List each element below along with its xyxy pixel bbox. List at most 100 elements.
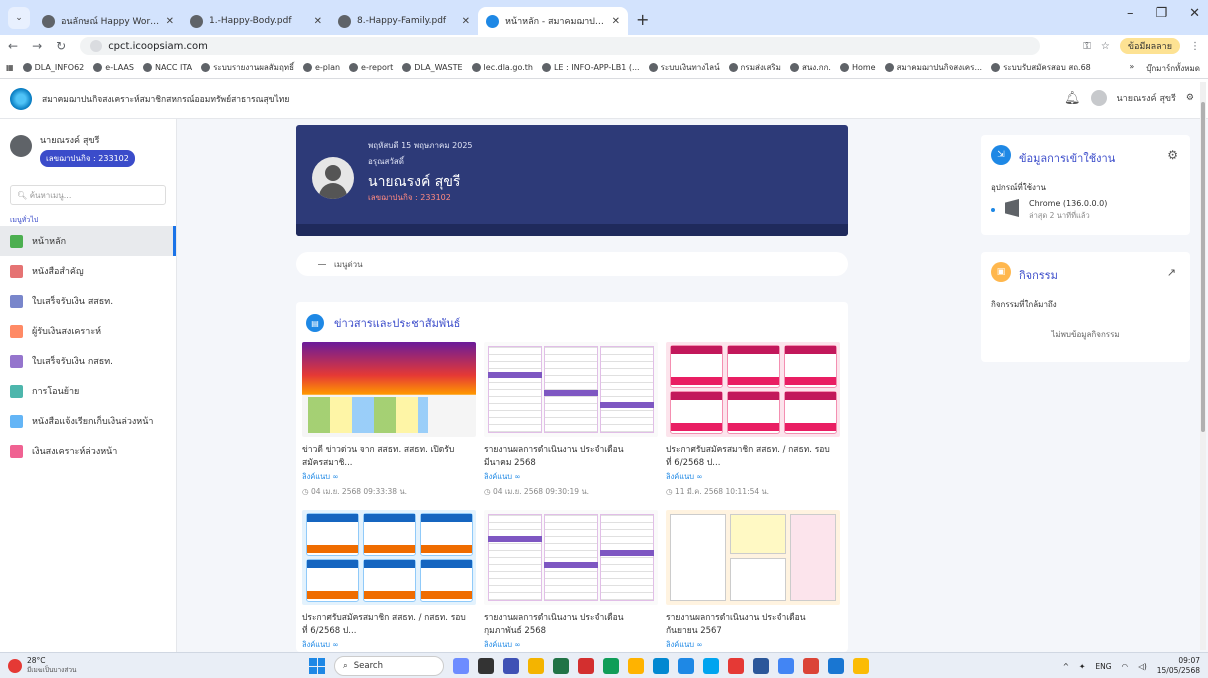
tab-search-icon[interactable]: ⌄	[8, 7, 30, 29]
open-arrow-icon[interactable]: ↗	[1167, 266, 1176, 279]
bookmark-item[interactable]: ระบบเงินทางไลน์	[648, 61, 720, 74]
browser-tab[interactable]: 1.-Happy-Body.pdf ✕	[182, 7, 330, 35]
avatar[interactable]	[1090, 90, 1107, 106]
news-image[interactable]	[302, 342, 476, 437]
news-caption[interactable]: ประกาศรับสมัครสมาชิก สสธท. / กสธท. รอบ ที…	[302, 612, 476, 638]
news-caption[interactable]: ข่าวดี ข่าวด่วน จาก สสธท. สสธท. เปิดรับส…	[302, 444, 476, 470]
bookmark-item[interactable]: ระบบรายงานผลสัมฤทธิ์	[201, 61, 294, 74]
apps-icon[interactable]: ▦	[6, 63, 14, 72]
bookmark-item[interactable]: สนง.กก.	[789, 61, 831, 74]
browser-tab-active[interactable]: หน้าหลัก - สมาคมฌาปนกิจสงเคราะ ✕	[478, 7, 628, 35]
close-tab-icon[interactable]: ✕	[462, 16, 470, 27]
bookmark-item[interactable]: Home	[839, 63, 876, 72]
header-user-name[interactable]: นายณรงค์ สุขรี	[1117, 91, 1176, 105]
back-icon[interactable]: ←	[8, 39, 18, 53]
app-icon[interactable]	[603, 658, 619, 674]
all-bookmarks-folder[interactable]: บุ๊กมาร์กทั้งหมด	[1146, 62, 1200, 75]
page-scrollbar[interactable]	[1200, 82, 1206, 650]
minimize-icon[interactable]: –	[1127, 6, 1134, 21]
profile-button[interactable]: ข้อมีผลลาย	[1119, 38, 1180, 54]
scrollbar-thumb[interactable]	[1201, 102, 1205, 432]
bookmarks-more-icon[interactable]: »	[1129, 62, 1134, 75]
browser-tab[interactable]: 8.-Happy-Family.pdf ✕	[330, 7, 478, 35]
news-image[interactable]	[666, 342, 840, 437]
news-image[interactable]	[302, 510, 476, 605]
task-view-icon[interactable]	[478, 658, 494, 674]
forward-icon[interactable]: →	[32, 39, 42, 53]
url-field[interactable]: cpct.icoopsiam.com	[80, 37, 1041, 55]
word-icon[interactable]	[753, 658, 769, 674]
password-key-icon[interactable]: ⚿	[1083, 41, 1091, 52]
bookmark-item[interactable]: LE : INFO-APP-LB1 (...	[541, 63, 640, 72]
tray-chevron-icon[interactable]: ^	[1063, 662, 1069, 671]
quick-menu-bar[interactable]: เมนูด่วน	[296, 252, 848, 276]
app-icon[interactable]	[828, 658, 844, 674]
maximize-icon[interactable]: ❐	[1155, 6, 1167, 21]
news-caption[interactable]: ประกาศรับสมัครสมาชิก สสธท. / กสธท. รอบ ที…	[666, 444, 840, 470]
close-tab-icon[interactable]: ✕	[612, 16, 620, 27]
reload-icon[interactable]: ↻	[56, 39, 66, 53]
news-image[interactable]	[666, 510, 840, 605]
close-window-icon[interactable]: ✕	[1189, 6, 1200, 21]
sidebar-item[interactable]: หนังสือสำคัญ	[0, 256, 176, 286]
widgets-icon[interactable]	[453, 658, 469, 674]
sidebar-item[interactable]: ผู้รับเงินสงเคราะห์	[0, 316, 176, 346]
sidebar-item[interactable]: ใบเสร็จรับเงิน กสธท.	[0, 346, 176, 376]
folder-icon[interactable]	[628, 658, 644, 674]
attachment-link[interactable]: ลิงค์แนบ ∞	[666, 639, 840, 651]
store-icon[interactable]	[678, 658, 694, 674]
bookmark-item[interactable]: DLA_INFO62	[22, 63, 84, 72]
news-card[interactable]: ประกาศรับสมัครสมาชิก สสธท. / กสธท. รอบ ที…	[302, 510, 476, 651]
sidebar-item[interactable]: ใบเสร็จรับเงิน สสธท.	[0, 286, 176, 316]
app-icon[interactable]	[728, 658, 744, 674]
news-caption[interactable]: รายงานผลการดำเนินงาน ประจำเดือน กุมภาพันธ…	[484, 612, 658, 638]
bookmark-item[interactable]: NACC ITA	[142, 63, 192, 72]
news-card[interactable]: รายงานผลการดำเนินงาน ประจำเดือน กันยายน 2…	[666, 510, 840, 651]
weather-widget[interactable]: 28°C มีเมฆเป็นบางส่วน	[8, 656, 76, 675]
sidebar-item[interactable]: เงินสงเคราะห์ล่วงหน้า	[0, 436, 176, 466]
browser-tab[interactable]: อนลักษณ์ Happy Workplac ✕	[34, 7, 182, 35]
attachment-link[interactable]: ลิงค์แนบ ∞	[666, 471, 840, 483]
chrome-icon[interactable]	[778, 658, 794, 674]
chrome-icon[interactable]	[803, 658, 819, 674]
menu-search-input[interactable]: 🔍︎ ค้นหาเมนู...	[10, 185, 166, 205]
clock[interactable]: 09:07 15/05/2568	[1157, 656, 1200, 676]
attachment-link[interactable]: ลิงค์แนบ ∞	[484, 639, 658, 651]
sidebar-item[interactable]: หนังสือแจ้งเรียกเก็บเงินล่วงหน้า	[0, 406, 176, 436]
volume-icon[interactable]: ◁)	[1138, 662, 1147, 671]
news-card[interactable]: รายงานผลการดำเนินงาน ประจำเดือน มีนาคม 25…	[484, 342, 658, 498]
close-tab-icon[interactable]: ✕	[166, 16, 174, 27]
bookmark-star-icon[interactable]: ☆	[1101, 41, 1110, 52]
site-info-icon[interactable]	[90, 40, 103, 52]
chrome-icon[interactable]	[853, 658, 869, 674]
bookmark-item[interactable]: DLA_WASTE	[402, 63, 463, 72]
news-image[interactable]	[484, 510, 658, 605]
news-card[interactable]: ประกาศรับสมัครสมาชิก สสธท. / กสธท. รอบ ที…	[666, 342, 840, 498]
news-image[interactable]	[484, 342, 658, 437]
bookmark-item[interactable]: lec.dla.go.th	[471, 63, 533, 72]
sidebar-item[interactable]: การโอนย้าย	[0, 376, 176, 406]
news-caption[interactable]: รายงานผลการดำเนินงาน ประจำเดือน กันยายน 2…	[666, 612, 840, 638]
teams-icon[interactable]	[503, 658, 519, 674]
app-icon[interactable]	[703, 658, 719, 674]
bookmark-item[interactable]: กรมส่งเสริม	[728, 61, 781, 74]
more-menu-icon[interactable]: ⋮	[1190, 41, 1200, 52]
news-card[interactable]: ข่าวดี ข่าวด่วน จาก สสธท. สสธท. เปิดรับส…	[302, 342, 476, 498]
settings-gear-icon[interactable]: ⚙	[1186, 93, 1194, 103]
wifi-icon[interactable]: ◠	[1122, 662, 1129, 671]
new-tab-icon[interactable]: +	[636, 10, 649, 29]
tray-app-icon[interactable]: ✦	[1079, 662, 1085, 671]
taskbar-search[interactable]: ⌕ Search	[334, 656, 444, 676]
bookmark-item[interactable]: ระบบรับสมัครสอบ สถ.68	[991, 61, 1091, 74]
close-tab-icon[interactable]: ✕	[314, 16, 322, 27]
bookmark-item[interactable]: e-report	[349, 63, 393, 72]
news-caption[interactable]: รายงานผลการดำเนินงาน ประจำเดือน มีนาคม 25…	[484, 444, 658, 470]
windows-start-icon[interactable]	[309, 658, 325, 674]
attachment-link[interactable]: ลิงค์แนบ ∞	[302, 639, 476, 651]
edge-icon[interactable]	[653, 658, 669, 674]
attachment-link[interactable]: ลิงค์แนบ ∞	[484, 471, 658, 483]
sidebar-item[interactable]: หน้าหลัก	[0, 226, 176, 256]
file-explorer-icon[interactable]	[528, 658, 544, 674]
bookmark-item[interactable]: e-plan	[302, 63, 340, 72]
settings-gear-icon[interactable]: ⚙	[1167, 148, 1178, 162]
